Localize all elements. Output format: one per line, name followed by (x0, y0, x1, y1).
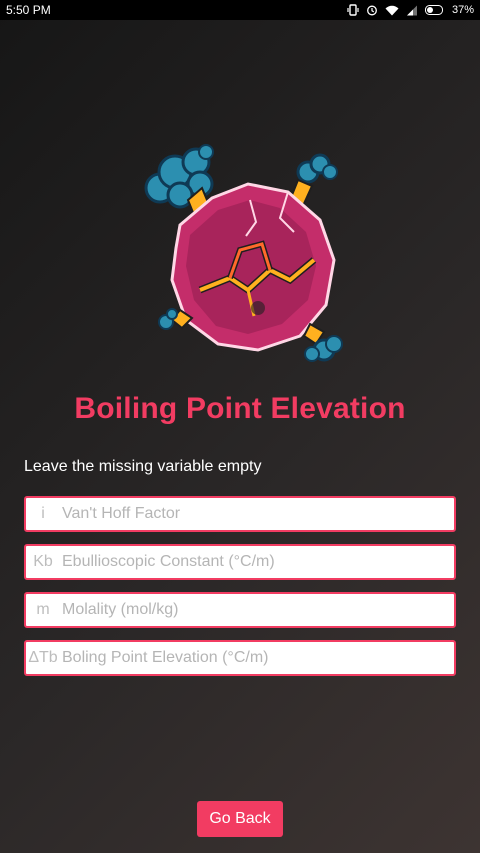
molality-input[interactable] (60, 595, 454, 625)
molality-field[interactable]: m (24, 592, 456, 628)
instruction-text: Leave the missing variable empty (24, 458, 262, 475)
status-icons: 37% (347, 4, 474, 16)
smoke-cloud-top-right (296, 153, 338, 184)
alarm-icon (367, 5, 377, 16)
status-bar: 5:50 PM 37% (0, 0, 480, 20)
boiling-point-elevation-input[interactable] (60, 643, 454, 673)
field-symbol: ΔTb (28, 649, 58, 666)
smoke-cloud-bottom-left (158, 308, 178, 330)
volcanic-rock-icon (144, 144, 343, 362)
page-title: Boiling Point Elevation (74, 392, 406, 425)
vibrate-icon (347, 4, 359, 16)
field-symbol: Kb (33, 553, 53, 570)
boiling-point-elevation-field[interactable]: ΔTb (24, 640, 456, 676)
wifi-icon (385, 5, 399, 15)
battery-percent: 37% (451, 4, 474, 16)
ebullioscopic-constant-field[interactable]: Kb (24, 544, 456, 580)
vant-hoff-factor-field[interactable]: i (24, 496, 456, 532)
status-time: 5:50 PM (6, 3, 51, 17)
ebullioscopic-constant-input[interactable] (60, 547, 454, 577)
field-symbol: m (36, 601, 50, 618)
vant-hoff-factor-input[interactable] (60, 499, 454, 529)
go-back-button[interactable]: Go Back (197, 801, 283, 837)
field-symbol: i (41, 505, 45, 522)
battery-icon (424, 5, 443, 15)
signal-icon (406, 5, 417, 15)
